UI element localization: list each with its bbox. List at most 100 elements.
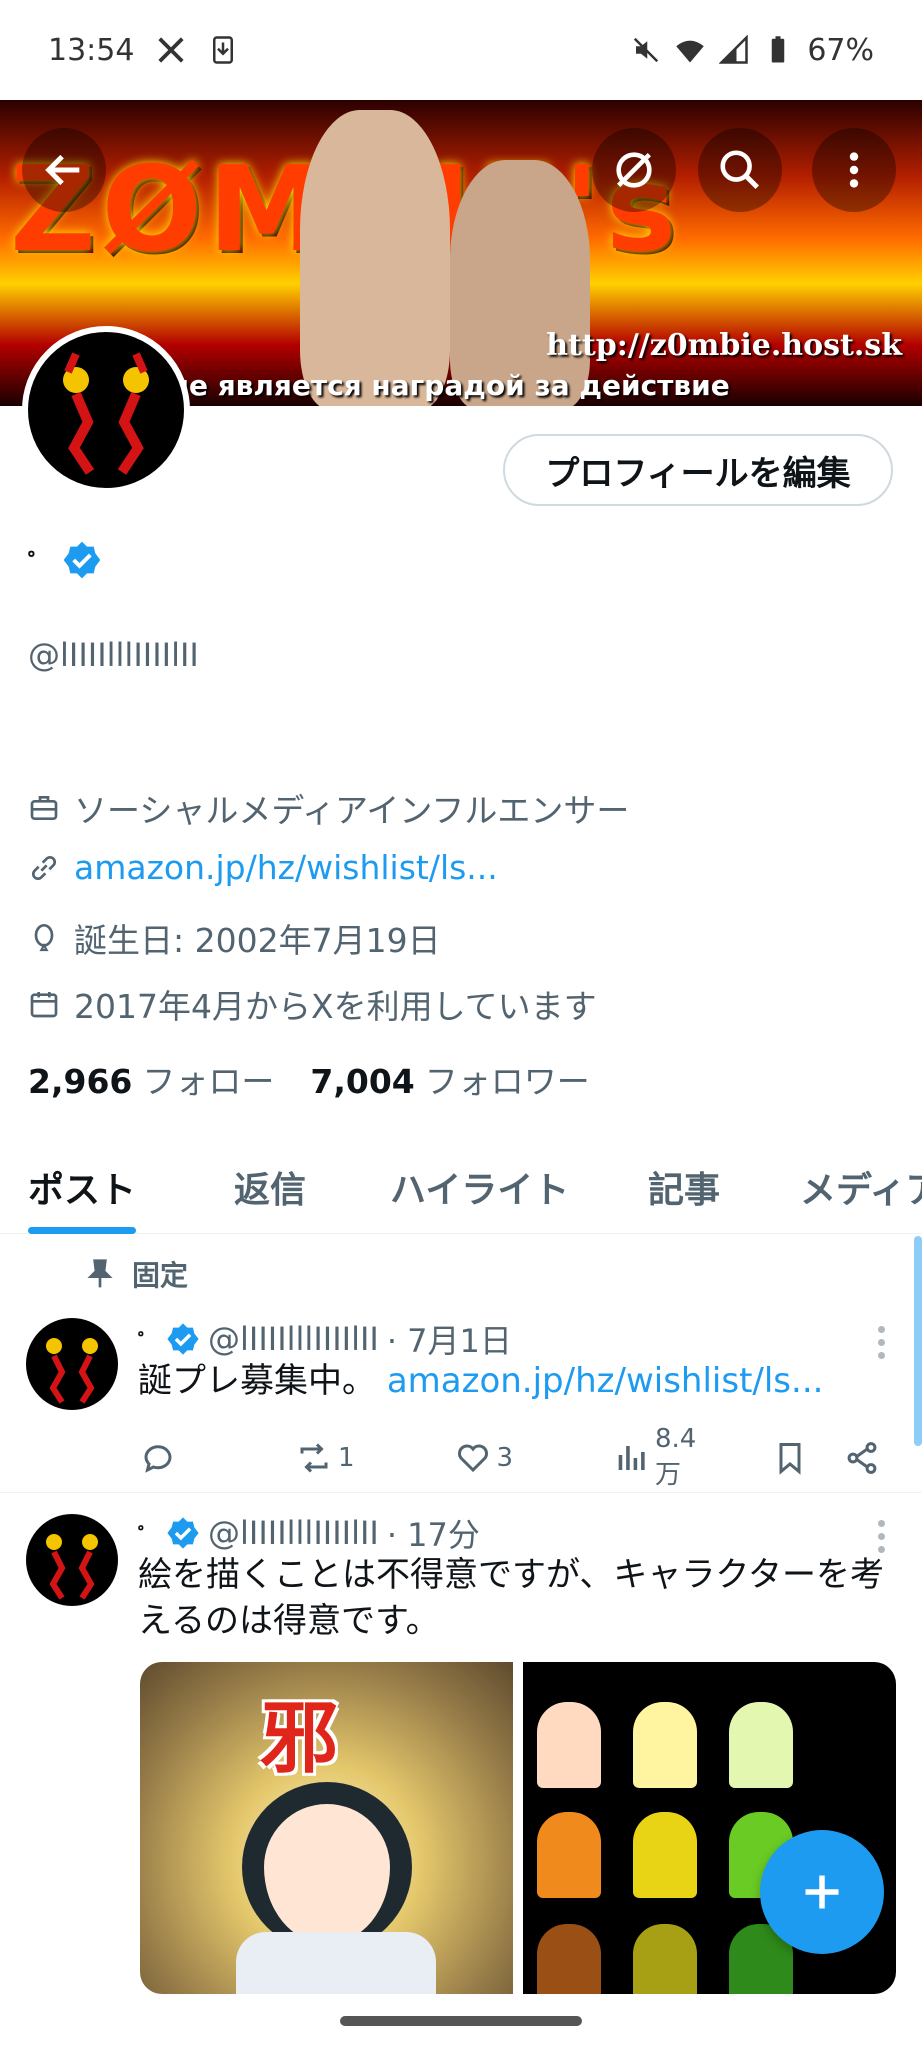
repost-count: 1 xyxy=(338,1442,355,1473)
tab-articles[interactable]: 記事 xyxy=(648,1140,720,1234)
post-avatar[interactable] xyxy=(26,1514,118,1606)
ghost-sprite xyxy=(537,1702,601,1788)
profile-handle: @lIIIIlllIIIIlII xyxy=(28,636,199,674)
balloon-icon xyxy=(34,924,54,952)
ghost-sprite xyxy=(633,1924,697,1994)
post-time[interactable]: · 7月1日 xyxy=(387,1316,512,1362)
ghost-sprite xyxy=(729,1702,793,1788)
tab-media[interactable]: メディア xyxy=(800,1140,922,1234)
pin-icon xyxy=(87,1259,113,1288)
post-text-link[interactable]: amazon.jp/hz/wishlist/ls... xyxy=(387,1361,824,1401)
heart-icon xyxy=(457,1444,488,1472)
edit-profile-button[interactable]: プロフィールを編集 xyxy=(503,434,893,506)
profile-tabs: ポスト 返信 ハイライト 記事 メディア xyxy=(0,1140,922,1234)
views-button[interactable]: 8.4万 xyxy=(613,1424,722,1491)
post-text-body: 誕プレ募集中。 xyxy=(138,1361,376,1401)
views-count: 8.4万 xyxy=(654,1424,697,1490)
profile-birthday: 誕生日: 2002年7月19日 xyxy=(28,914,441,962)
ghost-sprite xyxy=(633,1812,697,1898)
profile-joined-text: 2017年4月からXを利用しています xyxy=(74,987,597,1026)
post-text: 誕プレ募集中。 amazon.jp/hz/wishlist/ls... xyxy=(138,1358,898,1404)
wifi-icon xyxy=(676,40,705,63)
compose-button[interactable] xyxy=(760,1830,884,1954)
back-arrow-icon xyxy=(45,154,80,186)
search-button[interactable] xyxy=(698,128,782,212)
reply-button[interactable] xyxy=(140,1440,176,1476)
status-bar: 13:54 67% xyxy=(0,0,922,100)
calendar-icon xyxy=(30,992,58,1018)
banner-figure-left xyxy=(300,110,450,406)
grok-button[interactable] xyxy=(592,128,676,212)
verified-badge-icon xyxy=(167,1323,199,1355)
pinned-label: 固定 xyxy=(86,1254,188,1294)
profile-website[interactable]: amazon.jp/hz/wishlist/ls... xyxy=(28,848,498,887)
signal-icon xyxy=(719,35,749,64)
tab-highlights-label: ハイライト xyxy=(390,1170,570,1211)
gesture-home-bar[interactable] xyxy=(340,2016,582,2026)
avatar-art-icon xyxy=(63,352,149,475)
girl-face xyxy=(242,1782,412,1952)
mute-icon xyxy=(634,37,659,63)
followers-label: フォロワー xyxy=(424,1062,590,1101)
profile-job: ソーシャルメディアインフルエンサー xyxy=(28,784,629,832)
more-vertical-icon xyxy=(849,152,859,188)
verified-badge-icon xyxy=(167,1517,199,1549)
profile-website-link[interactable]: amazon.jp/hz/wishlist/ls... xyxy=(74,848,498,887)
tab-highlights[interactable]: ハイライト xyxy=(390,1140,569,1234)
follow-stats: 2,966 フォロー 7,004 フォロワー xyxy=(28,1055,590,1103)
more-options-button[interactable] xyxy=(812,128,896,212)
post-media[interactable]: 邪 xyxy=(140,1662,896,1994)
profile-avatar[interactable] xyxy=(22,326,190,494)
tab-posts-label: ポスト xyxy=(28,1170,137,1211)
post-avatar[interactable] xyxy=(26,1318,118,1410)
plus-icon xyxy=(805,1875,839,1909)
followers-count: 7,004 xyxy=(310,1062,415,1101)
tab-posts[interactable]: ポスト xyxy=(28,1140,137,1234)
pinned-text: 固定 xyxy=(132,1259,189,1292)
post-text: 絵を描くことは不得意ですが、キャラクターを考えるのは得意です。 xyxy=(138,1555,884,1641)
tab-media-label: メディア xyxy=(800,1170,922,1211)
following-label: フォロー xyxy=(142,1062,275,1101)
following-link[interactable]: 2,966 フォロー xyxy=(28,1055,274,1103)
scrollbar[interactable] xyxy=(914,1236,922,1446)
repost-button[interactable]: 1 xyxy=(296,1440,355,1476)
tab-articles-label: 記事 xyxy=(648,1170,721,1211)
download-icon xyxy=(213,36,234,64)
profile-job-text: ソーシャルメディアインフルエンサー xyxy=(74,791,630,830)
share-icon xyxy=(847,1441,877,1474)
share-button[interactable] xyxy=(844,1440,880,1476)
profile-joined: 2017年4月からXを利用しています xyxy=(28,980,597,1028)
bookmark-button[interactable] xyxy=(772,1440,808,1476)
verified-badge-icon[interactable] xyxy=(62,540,102,580)
like-count: 3 xyxy=(496,1442,514,1473)
reply-icon xyxy=(144,1444,172,1473)
repost-icon xyxy=(300,1442,328,1473)
avatar-art-icon xyxy=(46,1338,98,1404)
post-display-name[interactable]: ゜ xyxy=(138,1519,158,1548)
post-actions: 1 3 8.4万 xyxy=(140,1424,880,1491)
post-handle[interactable]: @lIIIIlllIIIIlII xyxy=(208,1514,379,1552)
post-display-name[interactable]: ゜ xyxy=(138,1325,158,1354)
tab-active-indicator xyxy=(28,1227,137,1234)
tab-replies[interactable]: 返信 xyxy=(234,1140,306,1234)
post-divider xyxy=(0,1492,922,1493)
display-name: ゜ xyxy=(28,540,102,580)
battery-icon xyxy=(772,36,785,63)
like-button[interactable]: 3 xyxy=(455,1440,514,1476)
image-kanji: 邪 xyxy=(260,1694,339,1784)
grok-icon xyxy=(616,152,652,188)
post-time[interactable]: · 17分 xyxy=(387,1510,480,1556)
tab-replies-label: 返信 xyxy=(234,1170,307,1211)
profile-birthday-text: 誕生日: 2002年7月19日 xyxy=(74,921,441,960)
following-count: 2,966 xyxy=(28,1062,133,1101)
post-handle[interactable]: @lIIIIlllIIIIlII xyxy=(208,1320,379,1358)
bookmark-icon xyxy=(779,1442,801,1475)
avatar-art-icon xyxy=(46,1534,98,1600)
ghost-sprite xyxy=(537,1924,601,1994)
x-logo-icon xyxy=(158,37,185,63)
status-time: 13:54 xyxy=(48,32,135,68)
back-button[interactable] xyxy=(22,128,106,212)
post-image-anime-girl[interactable]: 邪 xyxy=(140,1662,513,1994)
followers-link[interactable]: 7,004 フォロワー xyxy=(310,1055,589,1103)
ghost-sprite xyxy=(633,1702,697,1788)
